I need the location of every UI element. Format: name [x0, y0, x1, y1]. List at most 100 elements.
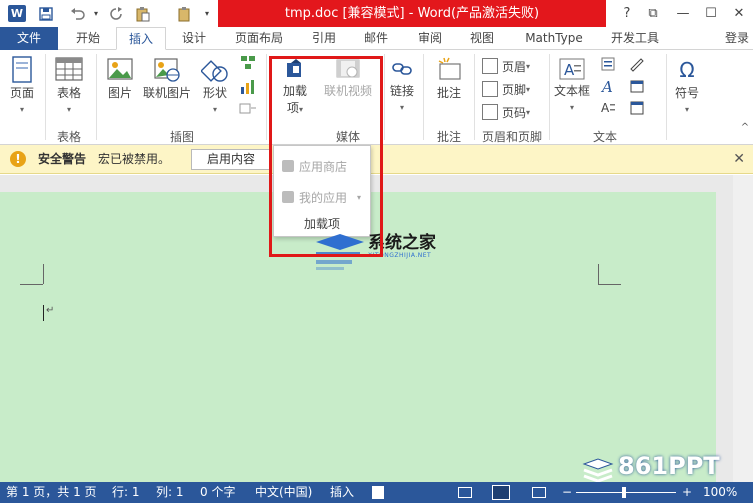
minimize-icon[interactable]: — — [670, 2, 696, 24]
header-button[interactable]: 页眉 ▾ — [482, 56, 530, 76]
tab-home[interactable]: 开始 — [66, 27, 110, 50]
page-number-caret-icon: ▾ — [526, 107, 531, 117]
undo-icon[interactable] — [66, 4, 90, 23]
tab-insert[interactable]: 插入 — [116, 27, 166, 50]
undo-dropdown-icon[interactable]: ▾ — [90, 4, 102, 23]
redo-icon[interactable] — [106, 4, 126, 23]
ribbon-display-icon[interactable]: ⧉ — [640, 2, 666, 24]
close-icon[interactable]: ✕ — [726, 2, 752, 24]
chart-icon — [241, 80, 254, 94]
security-close-icon[interactable]: ✕ — [733, 145, 745, 174]
ribbon-insert: 页面 ▾ 表格 ▾ 表格 图片 联机图片 形状 ▾ 插图 加载 项▾ 联机视频 … — [0, 50, 753, 145]
column-indicator: 列: 1 — [156, 485, 184, 499]
online-video-button[interactable]: 联机视频 — [320, 56, 376, 99]
object-icon — [630, 101, 644, 115]
footer-icon — [482, 81, 498, 97]
tab-file[interactable]: 文件 — [0, 27, 58, 50]
zoom-level[interactable]: 100% — [703, 482, 737, 503]
shapes-icon — [201, 60, 228, 82]
footer-button[interactable]: 页脚 ▾ — [482, 79, 530, 99]
calendar-icon — [630, 80, 644, 93]
footer-caret-icon: ▾ — [526, 84, 531, 94]
page-count[interactable]: 第 1 页，共 1 页 — [6, 482, 97, 503]
my-apps-menu-item[interactable]: 我的应用 ▾ — [282, 186, 361, 208]
zoom-slider[interactable] — [576, 492, 676, 493]
group-separator — [666, 54, 667, 140]
svg-text:A: A — [601, 101, 610, 115]
link-caret-icon: ▾ — [399, 103, 404, 112]
datetime-button[interactable] — [626, 78, 648, 94]
zoom-slider-thumb[interactable] — [622, 487, 626, 498]
margin-corner — [598, 264, 599, 284]
picture-button[interactable]: 图片 — [102, 56, 138, 101]
tab-developer[interactable]: 开发工具 — [600, 27, 670, 50]
paste-special-icon[interactable] — [172, 4, 198, 23]
group-separator — [266, 54, 267, 140]
enable-content-button[interactable]: 启用内容 — [191, 149, 271, 170]
symbol-caret-icon: ▾ — [684, 105, 689, 114]
tab-review[interactable]: 审阅 — [408, 27, 452, 50]
tab-mathtype[interactable]: MathType — [514, 27, 594, 50]
page-number-button[interactable]: 页码 ▾ — [482, 102, 530, 122]
customize-qat-icon[interactable]: ▾ — [200, 4, 214, 23]
screenshot-button[interactable] — [237, 102, 259, 116]
online-video-icon — [336, 59, 360, 78]
insert-mode[interactable]: 插入 — [330, 482, 354, 503]
tab-mailings[interactable]: 邮件 — [354, 27, 398, 50]
chart-button[interactable] — [237, 78, 259, 96]
header-caret-icon: ▾ — [526, 61, 531, 71]
store-icon — [282, 160, 294, 172]
textbox-button[interactable]: A 文本框 ▾ — [553, 56, 591, 113]
smartart-button[interactable] — [237, 54, 259, 72]
web-layout-icon[interactable] — [532, 487, 546, 498]
signature-icon — [630, 58, 644, 72]
word-count[interactable]: 0 个字 — [200, 482, 235, 503]
collapse-ribbon-icon[interactable]: ^ — [738, 122, 752, 133]
group-label-comments: 批注 — [436, 130, 461, 144]
page-number-icon — [482, 104, 498, 120]
wordart-button[interactable]: A — [596, 78, 620, 94]
wordart-icon: A — [600, 78, 613, 94]
shapes-button[interactable]: 形状 ▾ — [198, 56, 232, 115]
tab-view[interactable]: 视图 — [460, 27, 504, 50]
clipboard-icon[interactable] — [130, 4, 156, 23]
tab-references[interactable]: 引用 — [302, 27, 346, 50]
save-icon[interactable] — [36, 4, 56, 23]
group-label-illustrations: 插图 — [169, 130, 194, 144]
ribbon-tabs: 文件 开始 插入 设计 页面布局 引用 邮件 审阅 视图 MathType 开发… — [0, 27, 753, 50]
margin-corner — [20, 284, 43, 285]
store-menu-item[interactable]: 应用商店 — [282, 155, 347, 177]
tab-design[interactable]: 设计 — [172, 27, 216, 50]
signature-line-button[interactable] — [626, 56, 648, 72]
comment-button[interactable]: 批注 — [430, 56, 468, 101]
table-button-label: 表格 — [56, 86, 81, 100]
security-warning-bar: ! 安全警告 宏已被禁用。 启用内容 ✕ — [0, 145, 753, 174]
tab-page-layout[interactable]: 页面布局 — [226, 27, 292, 50]
table-button[interactable]: 表格 ▾ — [50, 56, 88, 115]
shapes-caret-icon: ▾ — [212, 105, 217, 114]
zoom-out-icon[interactable]: − — [562, 482, 572, 503]
print-layout-icon[interactable] — [492, 485, 510, 500]
online-picture-button[interactable]: 联机图片 — [140, 56, 194, 101]
help-icon[interactable]: ? — [614, 2, 640, 24]
login-link[interactable]: 登录 — [725, 27, 749, 50]
symbol-button[interactable]: Ω 符号 ▾ — [672, 56, 702, 115]
omega-icon: Ω — [679, 58, 695, 82]
maximize-icon[interactable]: ☐ — [698, 2, 724, 24]
quick-parts-button[interactable] — [596, 56, 620, 72]
page-number-label: 页码 — [502, 105, 527, 120]
addins-button[interactable]: 加载 项▾ — [276, 56, 314, 116]
vertical-scrollbar[interactable] — [733, 175, 753, 482]
language-indicator[interactable]: 中文(中国) — [255, 482, 312, 503]
zoom-in-icon[interactable]: + — [682, 482, 692, 503]
object-button[interactable] — [626, 100, 648, 116]
textbox-label: 文本框 — [553, 84, 590, 98]
line-indicator: 行: 1 — [112, 485, 140, 499]
dropcap-button[interactable]: A — [596, 100, 620, 116]
word-logo-icon: W — [8, 5, 26, 22]
link-button[interactable]: 链接 ▾ — [388, 56, 416, 113]
macro-recording-icon[interactable] — [372, 486, 384, 499]
store-label: 应用商店 — [299, 159, 348, 174]
page-button[interactable]: 页面 ▾ — [4, 56, 40, 115]
read-mode-icon[interactable] — [458, 487, 472, 498]
